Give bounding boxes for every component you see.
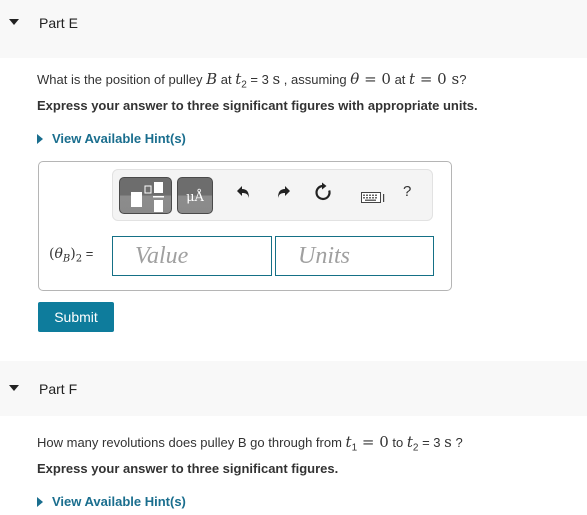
undo-icon[interactable]: [236, 184, 252, 205]
part-f-question: How many revolutions does pulley B go th…: [37, 433, 463, 454]
collapse-caret-icon[interactable]: [9, 385, 19, 391]
expand-triangle-icon: [37, 497, 43, 507]
templates-button[interactable]: [119, 177, 172, 214]
part-f-instruction: Express your answer to three significant…: [37, 461, 339, 476]
fraction-template-icon: [131, 182, 164, 212]
collapse-caret-icon[interactable]: [9, 19, 19, 25]
units-button[interactable]: μÅ: [177, 177, 213, 214]
keyboard-icon[interactable]: [361, 188, 387, 209]
units-input[interactable]: Units: [275, 236, 434, 276]
reset-icon[interactable]: [313, 182, 333, 207]
part-f-title: Part F: [39, 381, 78, 397]
part-e-instruction: Express your answer to three significant…: [37, 98, 478, 113]
submit-button[interactable]: Submit: [38, 302, 114, 332]
math-toolbar: μÅ ?: [112, 169, 433, 221]
part-e-hint-link[interactable]: View Available Hint(s): [37, 131, 186, 146]
help-icon[interactable]: ?: [403, 183, 411, 200]
answer-variable-label: (θB)2 =: [49, 246, 94, 265]
answer-box: μÅ ? (θB)2 = Value Units: [38, 161, 452, 291]
part-e-question: What is the position of pulley B at t2 =…: [37, 70, 467, 91]
part-e-title: Part E: [39, 15, 78, 31]
part-f-hint-link[interactable]: View Available Hint(s): [37, 494, 186, 509]
expand-triangle-icon: [37, 134, 43, 144]
value-input[interactable]: Value: [112, 236, 272, 276]
part-e-header[interactable]: Part E: [0, 0, 587, 58]
redo-icon[interactable]: [275, 184, 291, 205]
part-f-header[interactable]: Part F: [0, 361, 587, 416]
